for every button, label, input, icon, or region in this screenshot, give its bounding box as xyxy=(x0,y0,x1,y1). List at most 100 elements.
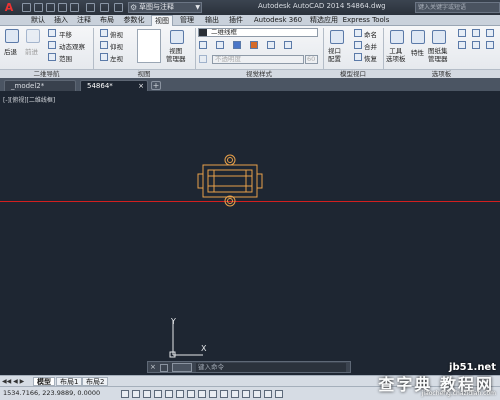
shadow-icon[interactable] xyxy=(216,41,224,49)
doc-tab-54864[interactable]: 54864* × xyxy=(80,80,148,91)
texture-icon[interactable] xyxy=(267,41,275,49)
drawing-object[interactable] xyxy=(195,150,270,212)
3d-osnap-icon[interactable] xyxy=(187,390,195,398)
face-style-icon[interactable] xyxy=(233,41,241,49)
orbit-icon[interactable] xyxy=(48,41,56,49)
viewport-config-icon[interactable] xyxy=(330,30,344,44)
workspace-dropdown[interactable]: ⚙ 草图与注释 ▼ xyxy=(128,2,202,13)
tool-palettes-icon[interactable] xyxy=(390,30,404,44)
named-viewports-icon[interactable] xyxy=(354,29,362,37)
tab-nav-arrows[interactable]: ◀◀ ◀ ▶ ▶▶ xyxy=(2,378,30,393)
quick-access-dropdown-icon[interactable] xyxy=(114,3,123,12)
command-input[interactable]: 键入命令 xyxy=(196,363,346,372)
infer-constraints-icon[interactable] xyxy=(121,390,129,398)
pan-button[interactable]: 平移 xyxy=(59,29,72,39)
join-viewports-button[interactable]: 合并 xyxy=(364,41,377,51)
annotation-monitor-icon[interactable] xyxy=(275,390,283,398)
close-icon[interactable]: × xyxy=(150,364,157,371)
polar-icon[interactable] xyxy=(165,390,173,398)
close-icon[interactable]: × xyxy=(138,81,144,91)
pan-icon[interactable] xyxy=(48,29,56,37)
sheet-set-manager-icon[interactable] xyxy=(432,30,446,44)
tab-insert[interactable]: 插入 xyxy=(51,15,71,26)
save-icon[interactable] xyxy=(46,3,55,12)
otrack-icon[interactable] xyxy=(198,390,206,398)
top-view-icon[interactable] xyxy=(100,29,108,37)
back-button[interactable]: 后退 xyxy=(4,46,17,56)
tab-annotate[interactable]: 注释 xyxy=(74,15,94,26)
redo-icon[interactable] xyxy=(100,3,109,12)
settings-icon[interactable] xyxy=(160,364,168,372)
view-top[interactable]: 俯视 xyxy=(110,29,123,39)
bottom-view-icon[interactable] xyxy=(100,41,108,49)
layout-tab-layout2[interactable]: 布局2 xyxy=(82,377,109,386)
edge-icon[interactable] xyxy=(199,41,207,49)
undo-icon[interactable] xyxy=(86,3,95,12)
tab-output[interactable]: 输出 xyxy=(201,15,223,26)
wireframe-icon xyxy=(199,29,207,36)
layout-tab-model[interactable]: 模型 xyxy=(33,377,55,386)
drawing-canvas[interactable] xyxy=(0,91,500,374)
transparency-icon[interactable] xyxy=(242,390,250,398)
watermark-url: jiaocheng.chazidian.com xyxy=(421,390,496,397)
properties-icon[interactable] xyxy=(411,30,425,44)
quick-properties-icon[interactable] xyxy=(253,390,261,398)
grid-icon[interactable] xyxy=(143,390,151,398)
sheet-set-manager-button[interactable]: 图纸集 管理器 xyxy=(428,47,448,63)
print-icon[interactable] xyxy=(70,3,79,12)
save-as-icon[interactable] xyxy=(58,3,67,12)
ortho-icon[interactable] xyxy=(154,390,162,398)
snap-icon[interactable] xyxy=(132,390,140,398)
application-menu-button[interactable]: A xyxy=(2,1,16,14)
selection-cycling-icon[interactable] xyxy=(264,390,272,398)
visual-style-dropdown[interactable]: 二维线框 xyxy=(198,28,318,37)
named-viewports-button[interactable]: 命名 xyxy=(364,29,377,39)
new-file-icon[interactable] xyxy=(22,3,31,12)
ducs-icon[interactable] xyxy=(209,390,217,398)
tab-parametric[interactable]: 参数化 xyxy=(120,15,148,26)
tab-autodesk-360[interactable]: Autodesk 360 xyxy=(250,15,306,26)
doc-tab-label: 54864* xyxy=(87,82,113,90)
view-manager-icon[interactable] xyxy=(170,30,184,44)
dyn-icon[interactable] xyxy=(220,390,228,398)
restore-viewports-button[interactable]: 恢复 xyxy=(364,53,377,63)
palette-icon-6[interactable] xyxy=(486,41,494,49)
viewport-controls-label[interactable]: [-][俯视][二维线框] xyxy=(3,95,55,104)
tab-express-tools[interactable]: Express Tools xyxy=(342,15,390,26)
new-tab-button[interactable]: + xyxy=(151,81,161,90)
search-input[interactable]: 键入关键字或短语 xyxy=(415,2,500,13)
material-icon[interactable] xyxy=(250,41,258,49)
orbit-button[interactable]: 动态观察 xyxy=(59,41,85,51)
tool-palettes-button[interactable]: 工具 选项板 xyxy=(386,47,406,63)
layout-tab-layout1[interactable]: 布局1 xyxy=(56,377,83,386)
tab-view[interactable]: 视图 xyxy=(151,15,173,26)
left-view-icon[interactable] xyxy=(100,53,108,61)
osnap-icon[interactable] xyxy=(176,390,184,398)
properties-button[interactable]: 特性 xyxy=(411,47,424,57)
tab-manage[interactable]: 管理 xyxy=(176,15,198,26)
lineweight-icon[interactable] xyxy=(231,390,239,398)
tab-default[interactable]: 默认 xyxy=(28,15,48,26)
xray-icon[interactable] xyxy=(284,41,292,49)
view-bottom[interactable]: 仰视 xyxy=(110,41,123,51)
viewport-config-button[interactable]: 视口 配置 xyxy=(328,47,341,63)
restore-viewports-icon[interactable] xyxy=(354,53,362,61)
view-left[interactable]: 左视 xyxy=(110,53,123,63)
view-manager-button[interactable]: 视图 管理器 xyxy=(166,47,186,63)
palette-icon-3[interactable] xyxy=(486,29,494,37)
palette-icon-2[interactable] xyxy=(472,29,480,37)
palette-icon-4[interactable] xyxy=(458,41,466,49)
doc-tab-model2[interactable]: _model2* xyxy=(4,80,76,91)
tab-featured-apps[interactable]: 精选应用 xyxy=(308,15,340,26)
palette-icon-1[interactable] xyxy=(458,29,466,37)
zoom-extents-icon[interactable] xyxy=(48,53,56,61)
back-icon[interactable] xyxy=(5,29,19,43)
join-viewports-icon[interactable] xyxy=(354,41,362,49)
tab-layout[interactable]: 布局 xyxy=(97,15,117,26)
tab-plugins[interactable]: 插件 xyxy=(225,15,247,26)
command-history-icon[interactable] xyxy=(172,363,192,372)
palette-icon-5[interactable] xyxy=(472,41,480,49)
zoom-extents-button[interactable]: 范围 xyxy=(59,53,72,63)
views-scroll[interactable] xyxy=(137,29,161,63)
open-file-icon[interactable] xyxy=(34,3,43,12)
